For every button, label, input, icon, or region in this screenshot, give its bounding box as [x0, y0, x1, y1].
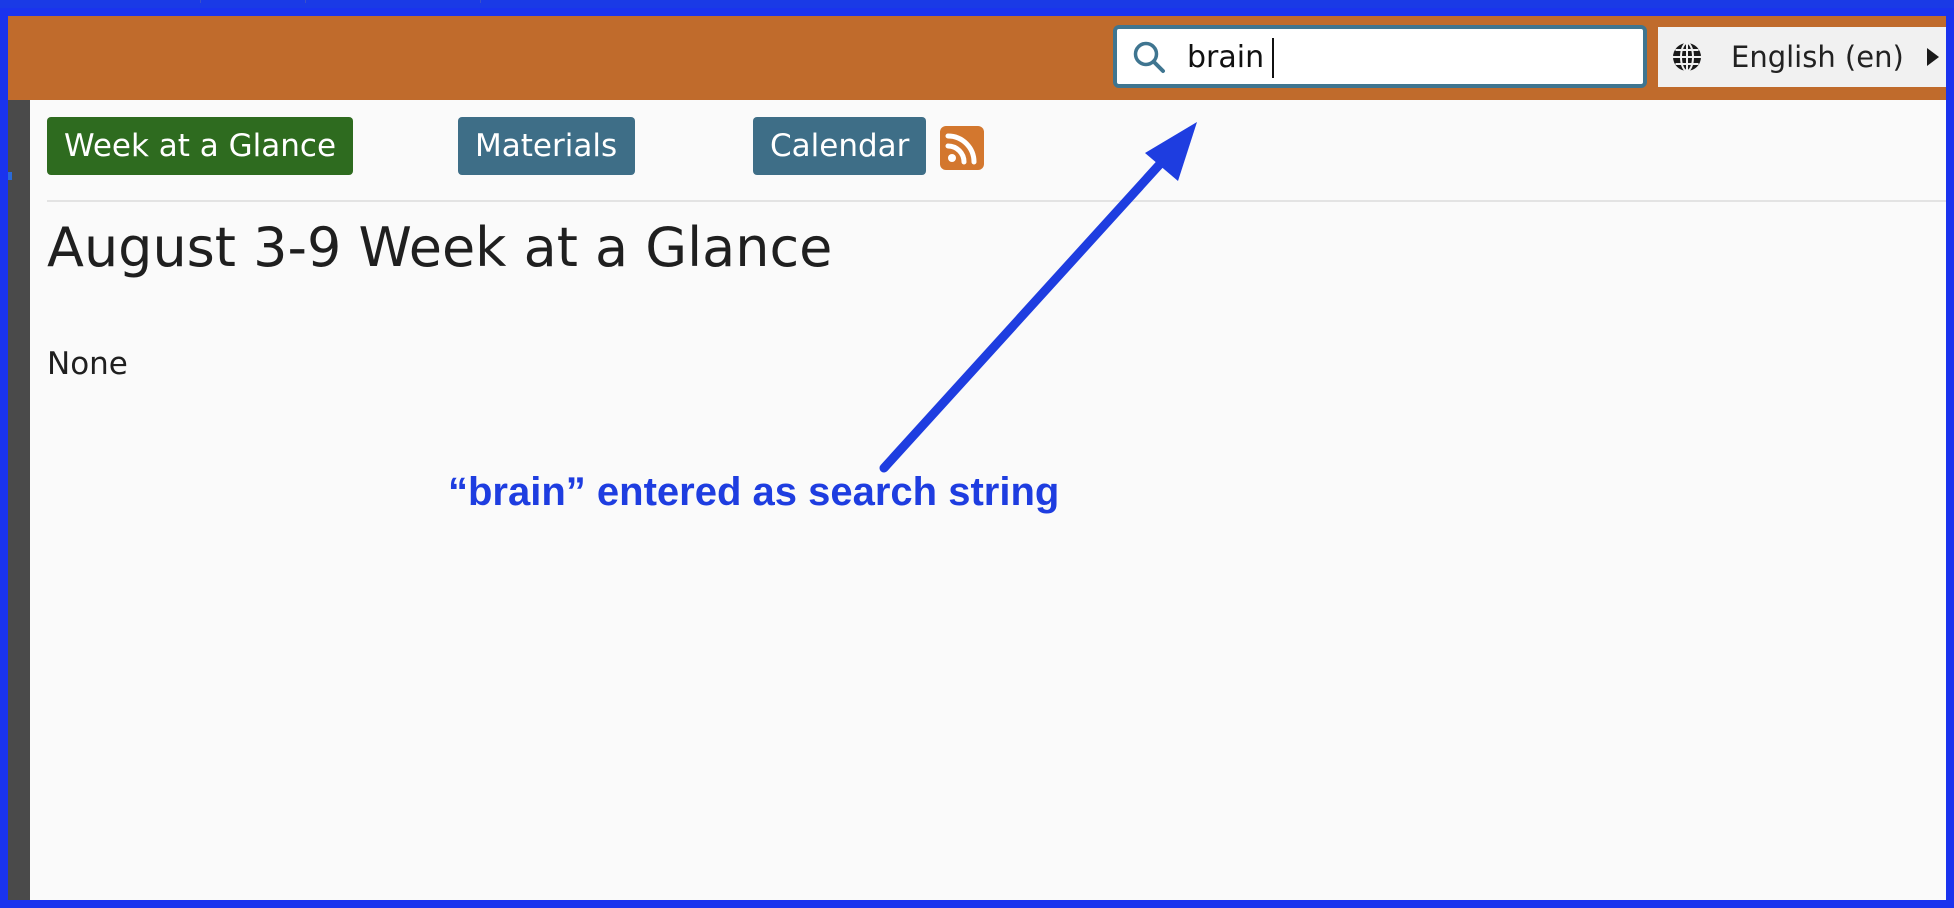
caret-right-icon — [1926, 48, 1939, 66]
search-box[interactable] — [1113, 25, 1647, 88]
tab-separator — [305, 0, 306, 3]
side-rail — [8, 100, 30, 900]
search-icon — [1133, 41, 1165, 73]
nav-divider — [47, 200, 1946, 202]
globe-icon — [1673, 42, 1701, 72]
annotation-caption: “brain” entered as search string — [448, 470, 1060, 514]
calendar-button[interactable]: Calendar — [753, 117, 926, 175]
tab-separator — [200, 0, 201, 3]
site-header: English (en) — [8, 16, 1946, 100]
language-selector[interactable]: English (en) — [1658, 27, 1946, 87]
tab-separator — [480, 0, 481, 3]
page-title: August 3-9 Week at a Glance — [47, 216, 833, 279]
browser-top-strip — [0, 0, 1954, 8]
page-nav: Week at a Glance Materials Calendar — [47, 117, 1946, 175]
language-label: English (en) — [1731, 40, 1904, 74]
rss-icon — [945, 133, 977, 165]
empty-state-text: None — [47, 346, 128, 382]
week-at-a-glance-button[interactable]: Week at a Glance — [47, 117, 353, 175]
search-input[interactable] — [1187, 35, 1627, 79]
browser-viewport: English (en) Week at a Glance Materials … — [8, 16, 1946, 900]
side-rail-marker — [8, 172, 12, 180]
materials-button[interactable]: Materials — [458, 117, 635, 175]
text-caret — [1272, 38, 1274, 78]
rss-feed-button[interactable] — [940, 126, 984, 170]
